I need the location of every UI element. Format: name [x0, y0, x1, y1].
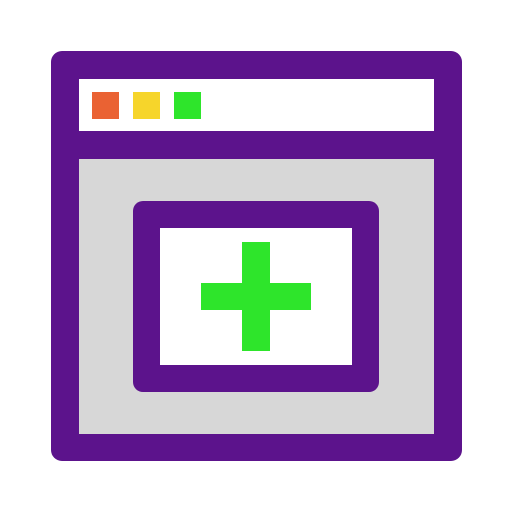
add-window-graphic — [51, 51, 462, 461]
plus-horizontal-bar — [201, 283, 311, 310]
titlebar-area — [79, 79, 434, 131]
minimize-dot-icon — [133, 92, 160, 119]
close-dot-icon — [92, 92, 119, 119]
add-window-icon — [0, 0, 512, 512]
maximize-dot-icon — [174, 92, 201, 119]
